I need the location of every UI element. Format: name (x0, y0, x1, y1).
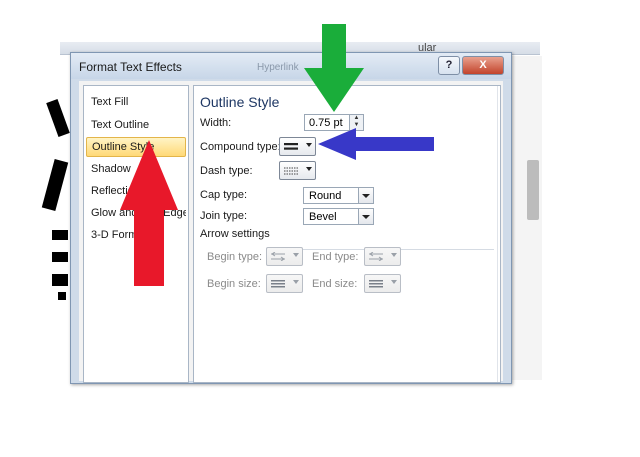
end-size-label: End size: (312, 278, 358, 290)
compound-type-label: Compound type: (200, 141, 281, 153)
green-down-arrow-annotation (304, 24, 364, 112)
background-text-stroke (52, 230, 68, 240)
arrow-end-icon (369, 252, 383, 261)
background-text-stroke (52, 252, 68, 262)
chevron-down-icon (306, 143, 312, 147)
end-type-dropdown[interactable] (364, 247, 401, 266)
dialog-title-ghost-text: Hyperlink (257, 62, 299, 73)
panel-right-edge (497, 86, 498, 382)
join-type-select[interactable]: Bevel (303, 208, 374, 225)
blue-arrow-shape (318, 128, 434, 160)
begin-size-label: Begin size: (207, 278, 261, 290)
background-text-stroke (58, 292, 66, 300)
cap-type-select[interactable]: Round (303, 187, 374, 204)
nav-item-text-fill[interactable]: Text Fill (86, 92, 186, 112)
dash-type-label: Dash type: (200, 165, 253, 177)
compound-type-dropdown[interactable] (279, 137, 316, 156)
arrow-settings-label: Arrow settings (200, 228, 270, 240)
chevron-down-icon (391, 280, 397, 284)
nav-item-text-outline[interactable]: Text Outline (86, 115, 186, 135)
join-type-label: Join type: (200, 210, 248, 222)
help-button[interactable]: ? (438, 56, 460, 75)
compound-lines-icon (284, 143, 298, 150)
end-size-dropdown[interactable] (364, 274, 401, 293)
background-scrollbar[interactable] (527, 160, 539, 220)
dash-type-dropdown[interactable] (279, 161, 316, 180)
dash-lines-icon (284, 167, 298, 175)
section-title: Outline Style (200, 94, 280, 110)
chevron-down-icon (293, 253, 299, 257)
background-text-stroke (52, 274, 68, 286)
close-button[interactable]: X (462, 56, 504, 75)
chevron-down-icon (306, 167, 312, 171)
chevron-down-icon (391, 253, 397, 257)
dialog-titlebar[interactable]: Format Text Effects Hyperlink ? X (71, 53, 511, 79)
begin-size-dropdown[interactable] (266, 274, 303, 293)
chevron-down-icon[interactable] (358, 209, 373, 224)
green-arrow-shape (304, 24, 364, 112)
begin-type-dropdown[interactable] (266, 247, 303, 266)
cap-type-label: Cap type: (200, 189, 248, 201)
arrow-size-icon (369, 280, 383, 288)
arrow-size-icon (271, 280, 285, 288)
begin-type-label: Begin type: (207, 251, 263, 263)
end-type-label: End type: (312, 251, 359, 263)
arrow-begin-icon (271, 252, 285, 261)
spin-up-icon[interactable]: ▲ (350, 115, 363, 122)
red-up-arrow-annotation (120, 140, 178, 286)
dialog-title: Format Text Effects (79, 60, 182, 74)
blue-left-arrow-annotation (318, 128, 434, 160)
cap-type-value: Round (309, 190, 342, 202)
chevron-down-icon (293, 280, 299, 284)
chevron-down-icon[interactable] (358, 188, 373, 203)
red-arrow-shape (120, 140, 178, 286)
width-label: Width: (200, 117, 232, 129)
join-type-value: Bevel (309, 211, 337, 223)
